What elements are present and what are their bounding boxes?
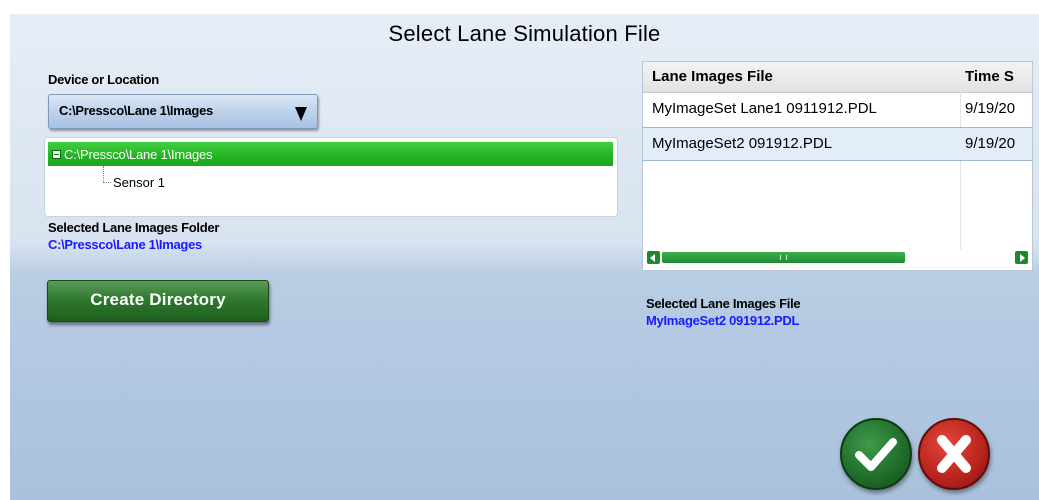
table-header: Lane Images File Time S: [643, 62, 1032, 93]
table-row[interactable]: MyImageSet Lane1 0911912.PDL 9/19/20: [643, 93, 1032, 125]
checkmark-icon: [855, 438, 897, 471]
column-header-file[interactable]: Lane Images File: [652, 68, 773, 85]
tree-node-sensor[interactable]: Sensor 1: [113, 175, 165, 190]
selected-file-value: MyImageSet2 091912.PDL: [646, 313, 800, 328]
x-icon: [937, 435, 971, 473]
file-cell: MyImageSet Lane1 0911912.PDL: [652, 100, 877, 117]
tree-connector: [103, 182, 111, 183]
device-location-value: C:\Pressco\Lane 1\Images: [59, 103, 213, 118]
collapse-icon[interactable]: [52, 150, 61, 159]
tree-node-root-label: C:\Pressco\Lane 1\Images: [64, 147, 213, 162]
time-cell: 9/19/20: [965, 135, 1016, 152]
create-directory-button[interactable]: Create Directory: [47, 280, 269, 322]
select-lane-simulation-dialog: Select Lane Simulation File Device or Lo…: [10, 14, 1039, 500]
tree-connector: [103, 166, 104, 182]
folder-tree[interactable]: C:\Pressco\Lane 1\Images Sensor 1: [44, 137, 618, 217]
ok-button[interactable]: [840, 418, 912, 490]
file-cell: MyImageSet2 091912.PDL: [652, 135, 833, 152]
selected-folder-value: C:\Pressco\Lane 1\Images: [48, 237, 202, 252]
cancel-button[interactable]: [918, 418, 990, 490]
chevron-down-icon: [295, 107, 307, 121]
lane-images-file-table[interactable]: Lane Images File Time S MyImageSet Lane1…: [642, 61, 1033, 271]
time-cell: 9/19/20: [965, 100, 1016, 117]
scrollbar-thumb[interactable]: [662, 252, 905, 263]
selected-file-label: Selected Lane Images File: [646, 296, 801, 311]
scroll-right-icon[interactable]: [1015, 251, 1028, 264]
horizontal-scrollbar[interactable]: [647, 251, 1028, 265]
device-location-dropdown[interactable]: C:\Pressco\Lane 1\Images: [48, 94, 318, 129]
scroll-left-icon[interactable]: [647, 251, 660, 264]
dialog-title: Select Lane Simulation File: [388, 21, 661, 46]
selected-folder-label: Selected Lane Images Folder: [48, 220, 220, 235]
tree-node-root[interactable]: C:\Pressco\Lane 1\Images: [48, 142, 613, 166]
table-row-selected[interactable]: MyImageSet2 091912.PDL 9/19/20: [643, 127, 1032, 161]
device-location-label: Device or Location: [48, 72, 159, 87]
column-header-time[interactable]: Time S: [965, 68, 1014, 85]
